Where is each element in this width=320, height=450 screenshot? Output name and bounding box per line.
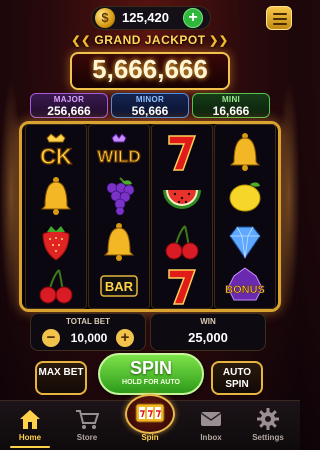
nav-settings[interactable]: Settings	[238, 402, 298, 448]
active-tab-indicator	[10, 446, 50, 448]
diamond-icon	[229, 226, 261, 259]
coin-icon: $	[95, 8, 115, 28]
lemon-icon	[229, 182, 261, 212]
home-icon	[20, 410, 40, 429]
ck-logo-icon: CK	[40, 133, 73, 170]
bar-icon: BAR	[100, 275, 138, 297]
mini-jackpot-value: 16,666	[212, 104, 250, 118]
decrease-bet-button[interactable]: −	[42, 329, 60, 347]
major-jackpot-value: 256,666	[47, 104, 91, 118]
coin-balance: 125,420	[122, 10, 169, 25]
mini-jackpot: MINI 16,666	[192, 93, 270, 118]
nav-home[interactable]: Home	[0, 402, 60, 448]
major-jackpot: MAJOR 256,666	[30, 93, 108, 118]
mini-jackpot-label: MINI	[221, 95, 241, 104]
ck-logo-text: CK	[40, 144, 72, 169]
increase-bet-button[interactable]: +	[116, 329, 134, 347]
spin-hint: HOLD FOR AUTO	[122, 379, 180, 386]
max-bet-button[interactable]: MAX BET	[35, 361, 87, 395]
strawberry-icon	[42, 226, 70, 261]
nav-inbox-label: Inbox	[200, 433, 222, 442]
win-label: WIN	[200, 317, 216, 326]
nav-home-label: Home	[18, 433, 42, 442]
wild-icon: WILD	[97, 133, 141, 167]
grand-jackpot-value: 5,666,666	[92, 54, 208, 84]
nav-store[interactable]: Store	[57, 402, 117, 448]
nav-spin-label: Spin	[141, 433, 159, 442]
seven-icon	[168, 269, 197, 305]
menu-button[interactable]	[266, 6, 292, 30]
nav-store-label: Store	[76, 433, 98, 442]
major-jackpot-label: MAJOR	[53, 95, 85, 104]
mail-icon	[200, 412, 222, 426]
bell-icon	[229, 133, 261, 171]
bonus-text: BONUS	[225, 284, 265, 296]
nav-settings-label: Settings	[252, 433, 284, 442]
bar-text: BAR	[105, 279, 134, 294]
bonus-icon: BONUS	[225, 267, 265, 301]
spin-button[interactable]: SPIN HOLD FOR AUTO	[98, 353, 204, 395]
auto-spin-button[interactable]: AUTO SPIN	[211, 361, 263, 395]
bell-icon	[40, 177, 72, 215]
cherries-icon	[39, 269, 73, 304]
wild-text: WILD	[97, 147, 140, 166]
right-wing-icon: ❯❯	[205, 35, 229, 47]
seven-icon	[168, 135, 197, 171]
nav-inbox[interactable]: Inbox	[181, 402, 241, 448]
minor-jackpot-label: MINOR	[135, 95, 165, 104]
left-wing-icon: ❮❮	[71, 35, 95, 47]
gear-icon	[257, 408, 279, 430]
win-value: 25,000	[188, 330, 228, 345]
nav-spin[interactable]: Spin	[120, 402, 180, 448]
minor-jackpot: MINOR 56,666	[111, 93, 189, 118]
add-coins-button[interactable]: +	[183, 8, 203, 28]
spin-label: SPIN	[129, 358, 172, 378]
total-bet-value: 10,000	[70, 331, 108, 345]
menu-icon	[273, 13, 287, 15]
grapes-icon	[106, 177, 135, 216]
bell-icon	[103, 223, 135, 261]
total-bet-label: TOTAL BET	[66, 317, 110, 326]
right-ambient-light	[278, 80, 300, 310]
watermelon-icon	[163, 190, 201, 209]
grand-jackpot-title: GRAND JACKPOT	[94, 33, 206, 47]
minor-jackpot-value: 56,666	[131, 104, 169, 118]
cart-icon	[76, 410, 99, 429]
grand-jackpot-header: ❮❮ GRAND JACKPOT ❯❯	[70, 33, 230, 51]
cherries-icon	[165, 225, 199, 260]
